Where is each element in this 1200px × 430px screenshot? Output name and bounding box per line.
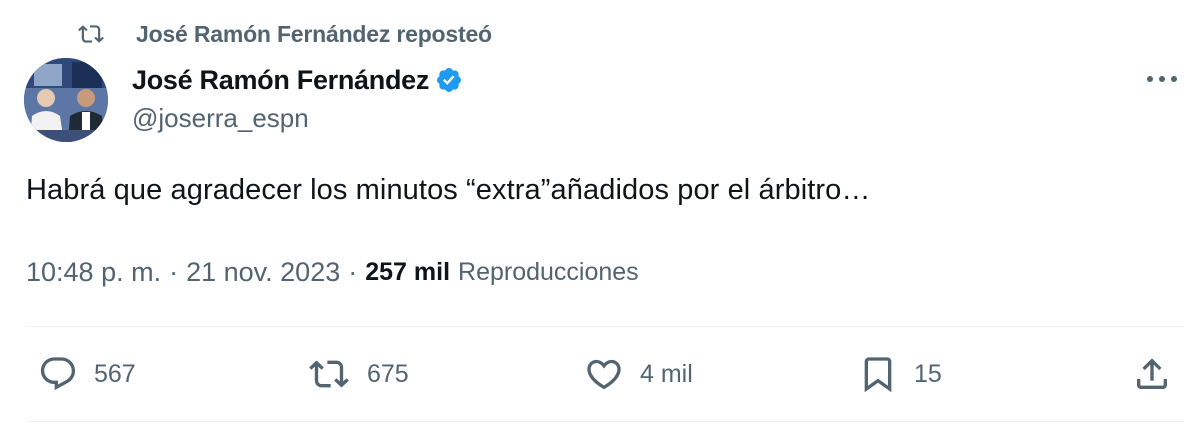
repost-count: 675 (367, 359, 409, 388)
views-count: 257 mil (365, 257, 451, 286)
author-name-row[interactable]: José Ramón Fernández (132, 60, 463, 100)
tweet-text: Habrá que agradecer los minutos “extra”a… (26, 174, 871, 206)
views-label: Reproducciones (458, 257, 639, 286)
more-icon (1147, 76, 1177, 82)
repost-icon (76, 21, 106, 47)
tweet-meta: 10:48 p. m. · 21 nov. 2023 · 257 mil Rep… (26, 253, 639, 291)
reply-button[interactable]: 567 (38, 352, 136, 396)
reply-icon (38, 354, 78, 394)
tweet-date[interactable]: 21 nov. 2023 (186, 257, 340, 288)
divider (26, 326, 1184, 327)
like-button[interactable]: 4 mil (584, 352, 693, 396)
bookmark-count: 15 (914, 359, 942, 388)
author-handle[interactable]: @joserra_espn (132, 103, 309, 134)
author-display-name[interactable]: José Ramón Fernández (132, 65, 429, 96)
bookmark-button[interactable]: 15 (858, 352, 942, 396)
share-icon (1132, 354, 1172, 394)
bookmark-icon (858, 354, 898, 394)
share-button[interactable] (1132, 352, 1172, 396)
verified-badge-icon (435, 66, 463, 94)
repost-button[interactable]: 675 (307, 352, 409, 396)
like-count: 4 mil (640, 359, 693, 388)
repost-icon (307, 354, 351, 394)
meta-separator: · (348, 256, 358, 287)
repost-indicator[interactable]: José Ramón Fernández reposteó (76, 18, 492, 50)
heart-icon (584, 354, 624, 394)
repost-label: José Ramón Fernández reposteó (136, 20, 492, 47)
meta-separator: · (169, 256, 179, 287)
tweet-time[interactable]: 10:48 p. m. (26, 257, 161, 288)
avatar[interactable] (24, 58, 108, 142)
more-options-button[interactable] (1140, 64, 1184, 94)
divider (26, 421, 1184, 422)
reply-count: 567 (94, 359, 136, 388)
